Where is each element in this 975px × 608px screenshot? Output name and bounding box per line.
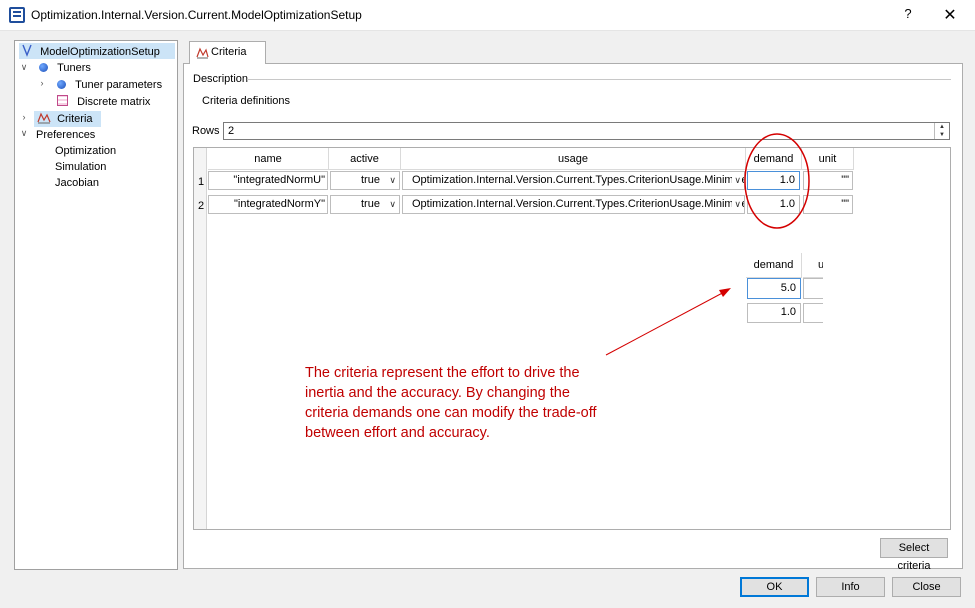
annotation-overlay xyxy=(605,133,810,356)
highlight-circle xyxy=(744,133,810,229)
close-button[interactable]: Close xyxy=(892,577,961,597)
ok-button[interactable]: OK xyxy=(740,577,809,597)
arrow-head-icon xyxy=(719,288,731,297)
info-button[interactable]: Info xyxy=(816,577,885,597)
annotation-arrow xyxy=(605,289,729,356)
annotation-text: The criteria represent the effort to dri… xyxy=(305,365,597,441)
select-criteria-button[interactable]: Select criteria xyxy=(880,538,948,572)
